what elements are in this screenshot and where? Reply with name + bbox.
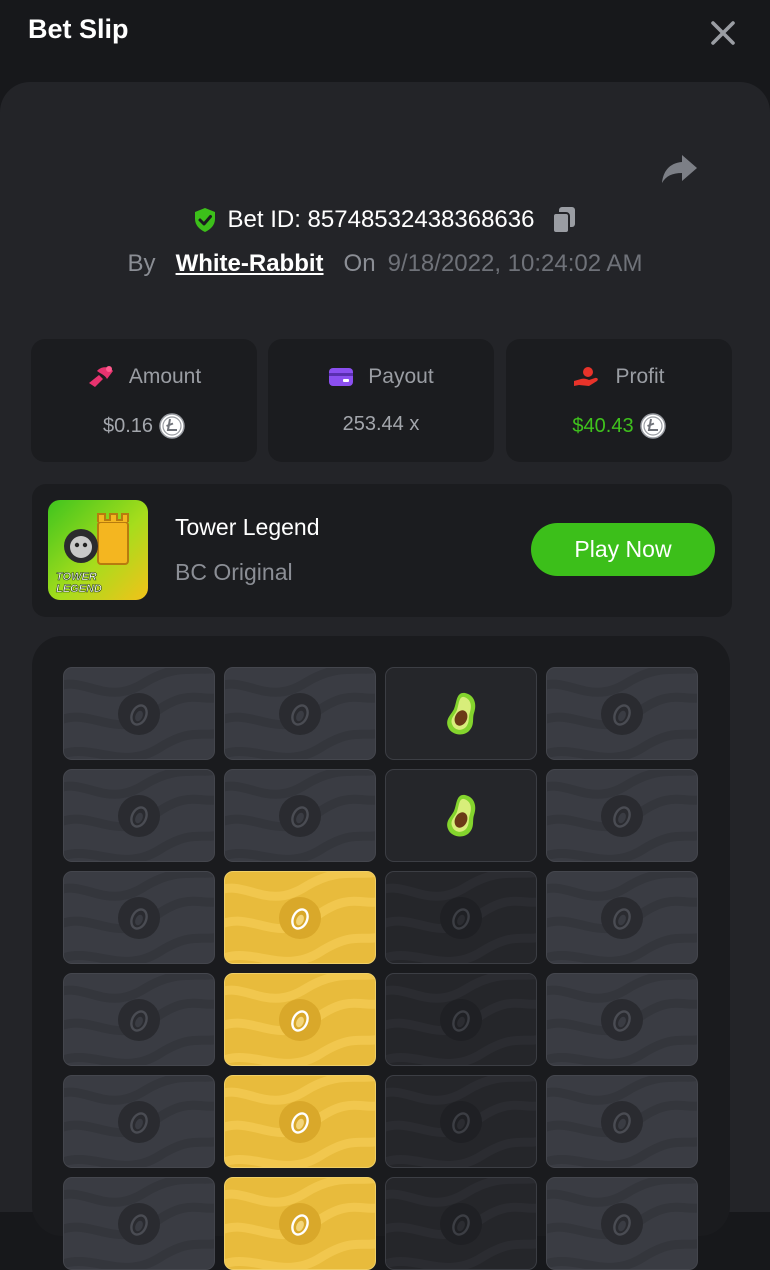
avocado-seed-icon: [118, 692, 160, 735]
avocado-seed-icon: [118, 896, 160, 939]
avocado-seed-icon: [279, 998, 321, 1041]
on-label: On: [343, 250, 376, 277]
board-tile[interactable]: [224, 973, 376, 1066]
board-tile[interactable]: [385, 871, 537, 964]
bet-id-row: Bet ID: 857485324383686​36: [0, 203, 770, 237]
avocado-seed-icon: [440, 1100, 482, 1143]
avocado-seed-icon: [601, 692, 643, 735]
payout-card-icon: [329, 368, 354, 386]
board-tile[interactable]: [385, 769, 537, 862]
avocado-icon: [447, 692, 476, 734]
bet-meta-row: By White-Rabbit On 9/18/2022, 10:24:02 A…: [0, 247, 770, 281]
avocado-seed-icon: [601, 1100, 643, 1143]
avocado-icon: [447, 794, 476, 836]
avocado-seed-icon: [279, 1202, 321, 1245]
play-now-button[interactable]: Play Now: [531, 523, 715, 576]
game-name[interactable]: Tower Legend: [175, 514, 320, 541]
close-icon[interactable]: [706, 16, 740, 50]
board-tile[interactable]: [385, 1075, 537, 1168]
board-tile[interactable]: [385, 1177, 537, 1270]
board-tile[interactable]: [63, 871, 215, 964]
bet-amount-icon: [88, 366, 113, 387]
avocado-seed-icon: [440, 1202, 482, 1245]
litecoin-icon: [159, 413, 185, 439]
avocado-seed-icon: [118, 1202, 160, 1245]
payout-label: Payout: [368, 365, 434, 388]
board-tile[interactable]: [63, 1075, 215, 1168]
board-tile[interactable]: [546, 973, 698, 1066]
avocado-seed-icon: [601, 896, 643, 939]
avocado-seed-icon: [601, 794, 643, 837]
avocado-seed-icon: [279, 1100, 321, 1143]
tower-legend-logo: TOWER LEGEND: [48, 500, 148, 600]
amount-label: Amount: [128, 365, 202, 388]
board-tile[interactable]: [546, 667, 698, 760]
avocado-seed-icon: [601, 1202, 643, 1245]
payout-card: Payout 253.44 x: [268, 339, 494, 462]
profit-card: Profit $40.43: [506, 339, 732, 462]
board-tile[interactable]: [546, 871, 698, 964]
amount-card: Amount $0.16: [31, 339, 257, 462]
payout-value: 253.44 x: [342, 413, 420, 435]
by-label: By: [127, 250, 156, 277]
avocado-seed-icon: [440, 896, 482, 939]
share-icon[interactable]: [660, 152, 698, 186]
avocado-seed-icon: [118, 998, 160, 1041]
profit-hand-icon: [574, 367, 599, 386]
avocado-seed-icon: [118, 1100, 160, 1143]
avocado-seed-icon: [279, 794, 321, 837]
profit-label: Profit: [615, 365, 665, 388]
board-tile[interactable]: [546, 1177, 698, 1270]
amount-value: $0.16: [102, 414, 154, 437]
board-tile[interactable]: [63, 1177, 215, 1270]
board-tile[interactable]: [224, 871, 376, 964]
avocado-seed-icon: [440, 998, 482, 1041]
board-tile[interactable]: [224, 1075, 376, 1168]
board-tile[interactable]: [224, 1177, 376, 1270]
board-tile[interactable]: [385, 973, 537, 1066]
board-tile[interactable]: [63, 769, 215, 862]
bet-date: 9/18/2022, 10:24:02 AM: [387, 250, 643, 277]
board-tile[interactable]: [546, 769, 698, 862]
board-tile[interactable]: [224, 667, 376, 760]
avocado-seed-icon: [279, 896, 321, 939]
game-card: TOWER LEGEND Tower Legend BC Original Pl…: [32, 484, 732, 617]
board-tile[interactable]: [63, 973, 215, 1066]
game-type: BC Original: [175, 559, 293, 585]
shield-check-icon: [194, 208, 215, 232]
avocado-seed-icon: [118, 794, 160, 837]
user-link[interactable]: White-Rabbit: [176, 250, 324, 278]
avocado-seed-icon: [601, 998, 643, 1041]
thumb-title-line1: TOWER: [56, 571, 97, 583]
copy-icon[interactable]: [550, 205, 578, 235]
bet-slip-header: Bet Slip: [0, 0, 770, 64]
litecoin-icon: [639, 413, 666, 439]
board-tile[interactable]: [63, 667, 215, 760]
avocado-seed-icon: [279, 692, 321, 735]
bet-id: Bet ID: 857485324383686​36: [227, 206, 535, 233]
board-tile[interactable]: [546, 1075, 698, 1168]
page-title: Bet Slip: [28, 14, 129, 44]
game-thumbnail[interactable]: TOWER LEGEND: [48, 500, 148, 600]
thumb-title-line2: LEGEND: [56, 583, 102, 595]
board-tile[interactable]: [385, 667, 537, 760]
board-tile[interactable]: [224, 769, 376, 862]
profit-value: $40.43: [572, 414, 634, 437]
